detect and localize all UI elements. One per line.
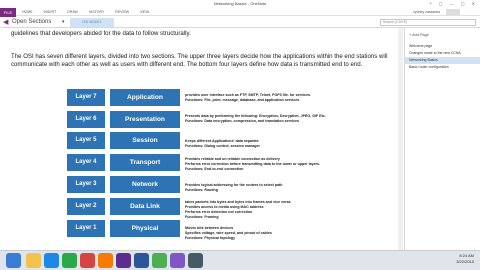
layer-number: Layer 3	[67, 176, 105, 193]
firefox-icon[interactable]	[98, 253, 113, 268]
layer-description: provides user interface such as FTP, SMT…	[185, 93, 390, 103]
layer-name: Application	[110, 89, 180, 106]
layer-number: Layer 1	[67, 220, 105, 237]
layer-number: Layer 5	[67, 132, 105, 149]
paragraph-layers: The OSI has seven different layers, divi…	[11, 53, 388, 69]
desc-line: Functions: Physical topology	[185, 236, 236, 240]
layer-description: Keeps different Applications' data separ…	[185, 139, 390, 149]
ribbon-tabs: HOME INSERT DRAW HISTORY REVIEW VIEW	[22, 8, 149, 16]
back-arrow-icon[interactable]: ◀	[3, 18, 8, 27]
app-icon[interactable]	[170, 253, 185, 268]
ribbon: FILE HOME INSERT DRAW HISTORY REVIEW VIE…	[0, 8, 480, 18]
onenote-icon[interactable]	[116, 253, 131, 268]
layer-number: Layer 7	[67, 89, 105, 106]
title-bar: Networking Basics - OneNote ? ▢ — ▢ ✕	[0, 0, 480, 8]
chevron-down-icon[interactable]: ▾	[62, 18, 65, 27]
paragraph-intro: guidelines that developers abided for th…	[11, 30, 191, 37]
pages-panel: + Add Page Welcome page Changes made to …	[404, 28, 480, 250]
desc-line: Functions: Routing	[185, 188, 218, 192]
tab-home[interactable]: HOME	[22, 8, 33, 16]
tab-view[interactable]: VIEW	[140, 8, 149, 16]
excel-icon[interactable]	[62, 253, 77, 268]
page-content[interactable]: guidelines that developers abided for th…	[0, 28, 402, 250]
layer-row: Layer 7 Application	[67, 89, 197, 106]
tab-insert[interactable]: INSERT	[44, 8, 57, 16]
layer-name: Session	[110, 132, 180, 149]
user-name[interactable]: sydney zassanka	[413, 8, 440, 16]
outlook-icon[interactable]	[80, 253, 95, 268]
taskbar: 8:24 AM 3/22/2015	[0, 250, 480, 270]
layer-name: Transport	[110, 154, 180, 171]
chrome-icon[interactable]	[152, 253, 167, 268]
word-icon[interactable]	[134, 253, 149, 268]
terminal-icon[interactable]	[188, 253, 203, 268]
layer-description: Presents data by performing the followin…	[185, 114, 390, 124]
section-tab-osi-model[interactable]: OSI MODEL	[70, 18, 114, 27]
scrollbar[interactable]	[398, 28, 403, 250]
page-item-ccna-changes[interactable]: Changes made to the new CCNA	[405, 50, 480, 57]
window-title: Networking Basics - OneNote	[213, 1, 267, 6]
start-icon[interactable]	[6, 253, 21, 268]
layer-number: Layer 4	[67, 154, 105, 171]
desc-line: Functions: Data encryption, compression,…	[185, 119, 300, 123]
avatar[interactable]	[446, 9, 460, 15]
layer-row: Layer 5 Session	[67, 132, 197, 149]
file-explorer-icon[interactable]	[26, 253, 41, 268]
tab-draw[interactable]: DRAW	[67, 8, 78, 16]
page-item-router-config[interactable]: Basic router configuration	[405, 64, 480, 71]
clock-date: 3/22/2015	[456, 259, 474, 264]
layer-row: Layer 4 Transport	[67, 154, 197, 171]
desc-line: Functions: File, print, message, databas…	[185, 98, 300, 102]
system-clock[interactable]: 8:24 AM 3/22/2015	[456, 253, 474, 265]
layer-number: Layer 2	[67, 198, 105, 215]
page-item-networking-basics[interactable]: Networking Basics	[405, 57, 480, 64]
open-sections-dropdown[interactable]: Open Sections	[12, 18, 51, 27]
layer-name: Data Link	[110, 198, 180, 215]
layer-row: Layer 3 Network	[67, 176, 197, 193]
layer-name: Network	[110, 176, 180, 193]
ie-browser-icon[interactable]	[44, 253, 59, 268]
layer-description: Provides reliable and un reliable connec…	[185, 157, 390, 172]
layer-description: Provides logical addressing for the rout…	[185, 183, 390, 193]
layer-name: Presentation	[110, 111, 180, 128]
layer-row: Layer 1 Physical	[67, 220, 197, 237]
desc-line: Functions: Dialog control, session manag…	[185, 144, 260, 148]
layer-description: takes packets into bytes and bytes into …	[185, 200, 390, 220]
add-page-button[interactable]: + Add Page	[405, 28, 480, 43]
layer-name: Physical	[110, 220, 180, 237]
window-controls[interactable]: ? ▢ — ▢ ✕	[429, 1, 478, 6]
desc-line: Functions: End-to-end connection	[185, 167, 244, 171]
page-item-welcome[interactable]: Welcome page	[405, 43, 480, 50]
search-input[interactable]: Search (Ctrl+E)	[380, 19, 476, 26]
desc-line: Functions: Framing	[185, 215, 219, 219]
tab-history[interactable]: HISTORY	[89, 8, 104, 16]
tab-review[interactable]: REVIEW	[115, 8, 129, 16]
layer-number: Layer 6	[67, 111, 105, 128]
layer-description: Moves bits between devices Specifies vol…	[185, 226, 390, 241]
layer-row: Layer 6 Presentation	[67, 111, 197, 128]
notebook-bar: ◀ Open Sections ▾ OSI MODEL Search (Ctrl…	[0, 17, 480, 28]
layer-row: Layer 2 Data Link	[67, 198, 197, 215]
